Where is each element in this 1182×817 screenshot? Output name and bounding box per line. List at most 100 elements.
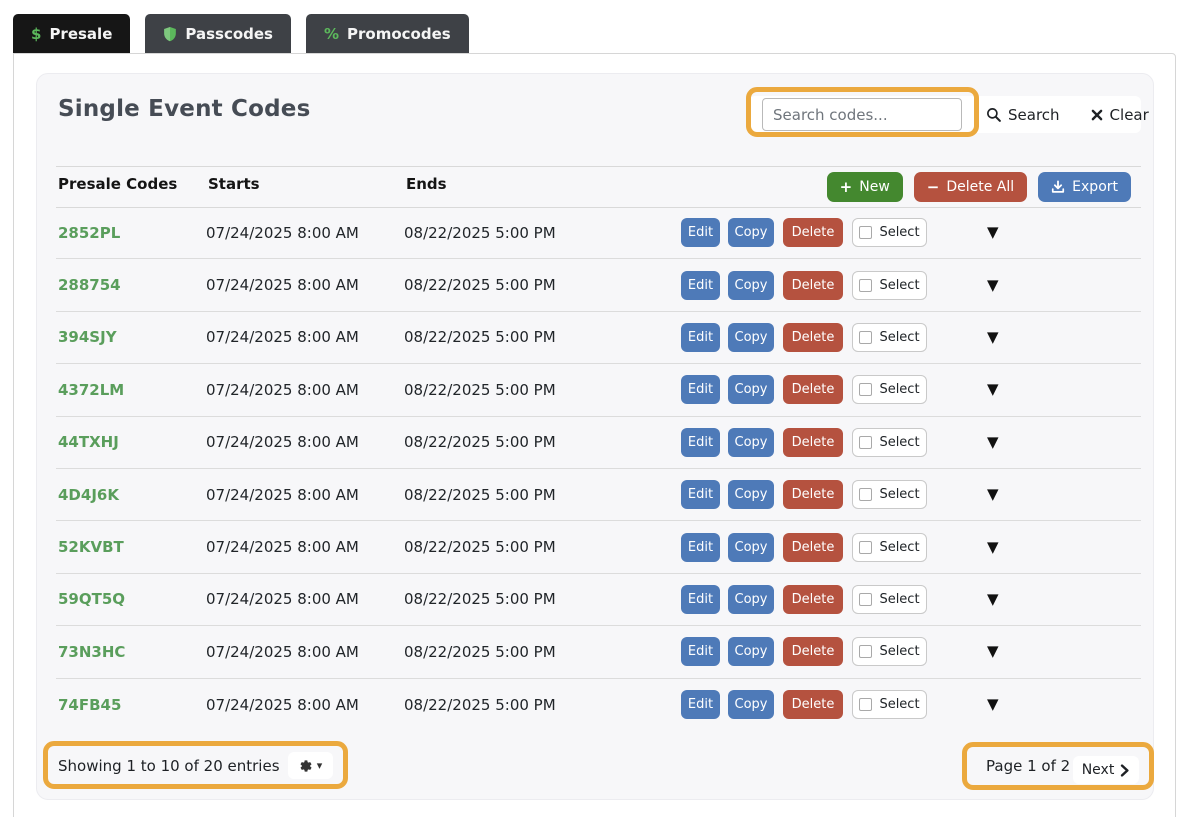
delete-button[interactable]: Delete (783, 637, 843, 666)
edit-button[interactable]: Edit (681, 375, 720, 404)
presale-code-link[interactable]: 4372LM (56, 381, 206, 399)
select-button[interactable]: Select (852, 533, 927, 562)
delete-all-button[interactable]: − Delete All (914, 172, 1027, 202)
table-row: 394SJY 07/24/2025 8:00 AM 08/22/2025 5:0… (56, 312, 1141, 364)
chevron-right-icon (1119, 764, 1130, 777)
edit-button[interactable]: Edit (681, 271, 720, 300)
new-button[interactable]: + New (827, 172, 903, 202)
edit-button[interactable]: Edit (681, 480, 720, 509)
edit-button[interactable]: Edit (681, 533, 720, 562)
presale-code-link[interactable]: 74FB45 (56, 696, 206, 714)
x-icon (1091, 109, 1103, 121)
select-checkbox[interactable] (859, 645, 872, 658)
next-page-button[interactable]: Next (1073, 756, 1139, 784)
edit-button[interactable]: Edit (681, 428, 720, 457)
select-button[interactable]: Select (852, 690, 927, 719)
edit-button[interactable]: Edit (681, 637, 720, 666)
presale-code-link[interactable]: 73N3HC (56, 643, 206, 661)
expand-row-caret-icon[interactable]: ▼ (987, 330, 999, 345)
select-button-label: Select (879, 225, 919, 240)
copy-button[interactable]: Copy (728, 637, 774, 666)
ends-cell: 08/22/2025 5:00 PM (404, 643, 681, 661)
select-checkbox[interactable] (859, 698, 872, 711)
ends-cell: 08/22/2025 5:00 PM (404, 276, 681, 294)
starts-cell: 07/24/2025 8:00 AM (206, 224, 404, 242)
presale-code-link[interactable]: 2852PL (56, 224, 206, 242)
copy-button[interactable]: Copy (728, 428, 774, 457)
presale-code-link[interactable]: 44TXHJ (56, 433, 206, 451)
presale-code-link[interactable]: 394SJY (56, 328, 206, 346)
table-header-row: Presale Codes Starts Ends + New − Delete… (58, 167, 1141, 207)
delete-button[interactable]: Delete (783, 690, 843, 719)
select-checkbox[interactable] (859, 541, 872, 554)
search-button-label: Search (1008, 106, 1060, 124)
delete-button[interactable]: Delete (783, 218, 843, 247)
tab-passcodes[interactable]: Passcodes (145, 14, 291, 53)
expand-row-caret-icon[interactable]: ▼ (987, 592, 999, 607)
select-checkbox[interactable] (859, 593, 872, 606)
codes-card: Single Event Codes Search (36, 73, 1154, 800)
expand-row-caret-icon[interactable]: ▼ (987, 644, 999, 659)
select-button[interactable]: Select (852, 428, 927, 457)
edit-button[interactable]: Edit (681, 690, 720, 719)
delete-button[interactable]: Delete (783, 271, 843, 300)
export-button[interactable]: Export (1038, 172, 1131, 202)
search-group: Search Clear (749, 96, 1141, 133)
presale-code-link[interactable]: 288754 (56, 276, 206, 294)
delete-button[interactable]: Delete (783, 585, 843, 614)
edit-button[interactable]: Edit (681, 323, 720, 352)
expand-row-caret-icon[interactable]: ▼ (987, 540, 999, 555)
page-size-dropdown[interactable]: ▾ (288, 752, 333, 779)
edit-button[interactable]: Edit (681, 218, 720, 247)
delete-button[interactable]: Delete (783, 428, 843, 457)
expand-row-caret-icon[interactable]: ▼ (987, 382, 999, 397)
table-row: 44TXHJ 07/24/2025 8:00 AM 08/22/2025 5:0… (56, 417, 1141, 469)
expand-row-caret-icon[interactable]: ▼ (987, 278, 999, 293)
table-row: 4D4J6K 07/24/2025 8:00 AM 08/22/2025 5:0… (56, 469, 1141, 521)
minus-icon: − (927, 180, 940, 195)
caret-down-icon: ▾ (317, 759, 323, 772)
select-button[interactable]: Select (852, 585, 927, 614)
delete-button[interactable]: Delete (783, 480, 843, 509)
delete-button[interactable]: Delete (783, 323, 843, 352)
select-button[interactable]: Select (852, 218, 927, 247)
copy-button[interactable]: Copy (728, 480, 774, 509)
expand-row-caret-icon[interactable]: ▼ (987, 225, 999, 240)
copy-button[interactable]: Copy (728, 375, 774, 404)
select-button[interactable]: Select (852, 375, 927, 404)
select-checkbox[interactable] (859, 436, 872, 449)
tab-passcodes-label: Passcodes (185, 25, 273, 43)
expand-row-caret-icon[interactable]: ▼ (987, 697, 999, 712)
expand-row-caret-icon[interactable]: ▼ (987, 487, 999, 502)
clear-button[interactable]: Clear (1091, 106, 1149, 124)
select-button[interactable]: Select (852, 480, 927, 509)
starts-cell: 07/24/2025 8:00 AM (206, 433, 404, 451)
select-checkbox[interactable] (859, 279, 872, 292)
select-checkbox[interactable] (859, 488, 872, 501)
ends-cell: 08/22/2025 5:00 PM (404, 328, 681, 346)
edit-button[interactable]: Edit (681, 585, 720, 614)
select-checkbox[interactable] (859, 226, 872, 239)
select-checkbox[interactable] (859, 383, 872, 396)
copy-button[interactable]: Copy (728, 218, 774, 247)
expand-row-caret-icon[interactable]: ▼ (987, 435, 999, 450)
select-checkbox[interactable] (859, 331, 872, 344)
select-button[interactable]: Select (852, 271, 927, 300)
search-button[interactable]: Search (986, 106, 1060, 124)
presale-code-link[interactable]: 52KVBT (56, 538, 206, 556)
select-button[interactable]: Select (852, 637, 927, 666)
presale-code-link[interactable]: 59QT5Q (56, 590, 206, 608)
copy-button[interactable]: Copy (728, 323, 774, 352)
delete-button[interactable]: Delete (783, 375, 843, 404)
select-button[interactable]: Select (852, 323, 927, 352)
copy-button[interactable]: Copy (728, 533, 774, 562)
select-button-label: Select (879, 592, 919, 607)
copy-button[interactable]: Copy (728, 271, 774, 300)
presale-code-link[interactable]: 4D4J6K (56, 486, 206, 504)
tab-presale[interactable]: $ Presale (13, 14, 130, 53)
copy-button[interactable]: Copy (728, 585, 774, 614)
tab-promocodes[interactable]: % Promocodes (306, 14, 469, 53)
delete-button[interactable]: Delete (783, 533, 843, 562)
copy-button[interactable]: Copy (728, 690, 774, 719)
search-input[interactable] (762, 98, 962, 131)
